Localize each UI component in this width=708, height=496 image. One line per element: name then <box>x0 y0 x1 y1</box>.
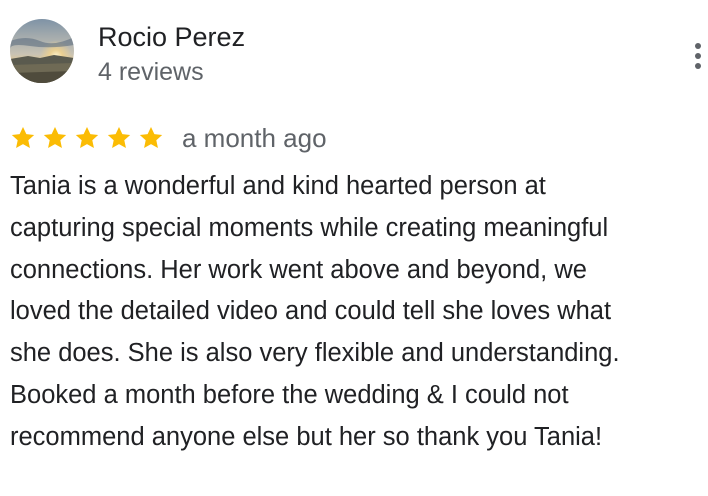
reviewer-avatar[interactable] <box>10 19 74 83</box>
review-card: Rocio Perez 4 reviews a month ago Tania … <box>0 0 708 496</box>
review-text-line: loved the detailed video and could tell … <box>10 297 612 326</box>
reviewer-review-count[interactable]: 4 reviews <box>98 56 204 88</box>
review-date: a month ago <box>182 122 327 153</box>
star-icon <box>42 125 68 151</box>
reviewer-name[interactable]: Rocio Perez <box>98 20 245 54</box>
star-icon <box>138 125 164 151</box>
review-text-line: she does. She is also very flexible and … <box>10 339 620 368</box>
star-icon <box>106 125 132 151</box>
review-text-line: Tania is a wonderful and kind hearted pe… <box>10 172 546 200</box>
more-vert-icon <box>695 43 701 69</box>
review-text-line: recommend anyone else but her so thank y… <box>10 422 603 451</box>
review-text-line: connections. Her work went above and bey… <box>10 255 587 284</box>
review-text-line: Booked a month before the wedding & I co… <box>10 380 569 409</box>
profile-photo-icon <box>10 19 74 83</box>
star-icon <box>74 125 100 151</box>
star-icon <box>10 125 36 151</box>
star-rating <box>10 125 170 151</box>
more-options-button[interactable] <box>688 38 708 74</box>
rating-row: a month ago <box>10 118 327 158</box>
review-text-line: capturing special moments while creating… <box>10 213 609 242</box>
review-text: Tania is a wonderful and kind hearted pe… <box>10 166 704 459</box>
